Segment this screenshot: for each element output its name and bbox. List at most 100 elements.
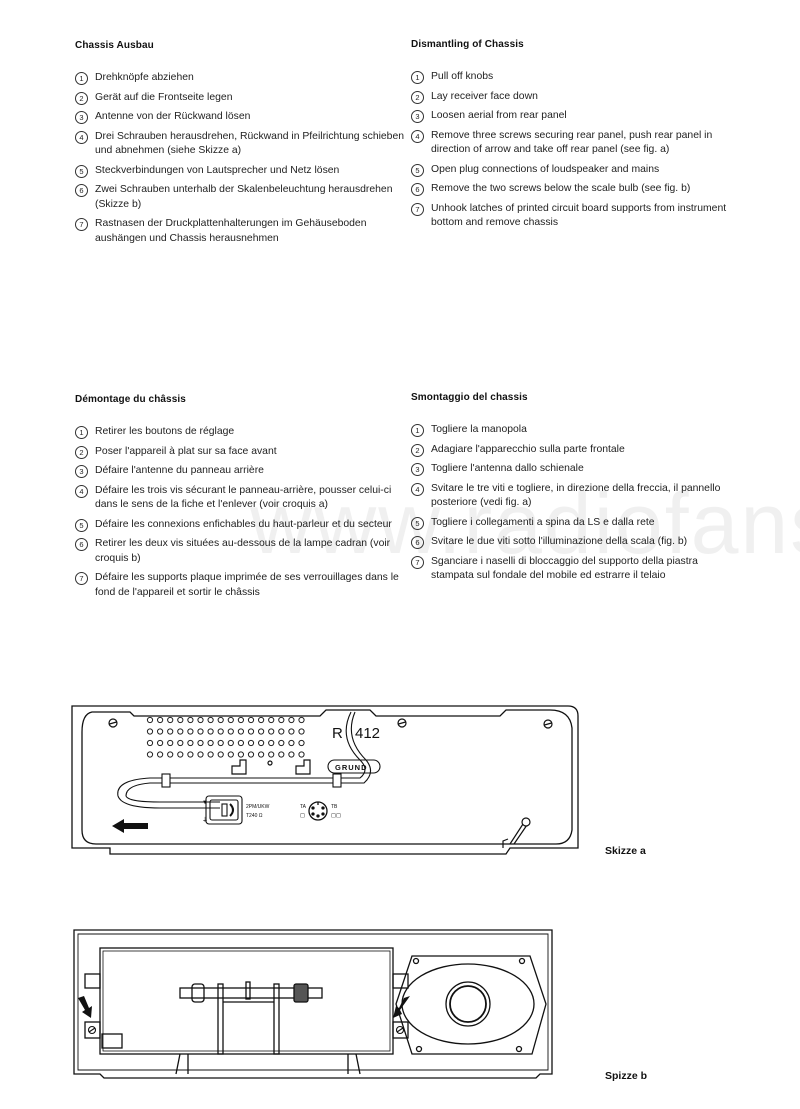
step-number-icon: 7 [75,218,88,231]
vent-hole [268,739,275,747]
vent-hole [207,716,214,724]
step-item: 4 Drei Schrauben herausdrehen, Rückwand i… [75,130,405,159]
step-item: 3 Loosen aerial from rear panel [411,109,741,124]
step-item: 6 Zwei Schrauben unterhalb der Skalenbele… [75,183,405,212]
step-text: Adagiare l'apparecchio sulla parte front… [431,443,625,455]
vent-hole [278,739,285,747]
step-item: 2 Poser l'appareil à plat sur sa face ava… [75,445,405,460]
step-number-icon: 2 [75,91,88,105]
step-item: 4 Svitare le tre viti e togliere, in dire… [411,482,741,511]
step-text: Remove three screws securing rear panel,… [431,129,713,156]
step-text: Gerät auf die Frontseite legen [95,91,233,103]
step-item: 6 Svitare le due viti sotto l'illuminazio… [411,535,741,550]
step-text: Steckverbindungen von Lautsprecher und N… [95,164,340,176]
step-text: Togliere l'antenna dallo schienale [431,463,584,474]
section-french: Démontage du châssis 1 Retirer les bouton… [75,394,405,605]
vent-hole [177,716,184,724]
step-number-icon: 5 [411,516,424,530]
vent-hole [298,739,305,747]
vent-hole [146,728,154,735]
step-item: 3 Antenne von der Rückwand lösen [75,110,405,125]
vent-hole [298,716,305,724]
step-item: 7 Défaire les supports plaque imprimée de… [75,571,405,600]
step-number-icon: 1 [411,424,424,437]
vent-hole [268,716,275,724]
step-item: 5 Togliere i collegamenti a spina da LS e… [411,516,741,531]
section-title: Smontaggio del chassis [411,392,528,403]
step-number-icon: 1 [411,71,424,84]
vent-hole [247,728,255,735]
vent-hole [288,739,295,747]
figure-a-caption: Skizze a [605,845,646,857]
vent-hole [237,716,244,724]
step-text: Drehknöpfe abziehen [95,72,194,83]
step-number-icon: 6 [75,184,88,197]
chassis-drawing [73,929,553,1079]
figure-chassis-speaker [70,926,570,1086]
outer-frame [71,705,579,855]
socket-label-line1: 2PM/UKW [246,804,270,810]
step-text: Retirer les boutons de réglage [95,426,235,437]
vent-hole [187,728,194,735]
vent-hole [247,716,255,724]
step-number-icon: 5 [75,518,88,532]
socket-symbol-bottom: ⏚ [202,817,208,824]
vent-hole [247,751,255,758]
step-text: Remove the two screws below the scale bu… [431,183,691,194]
arrow-icon [393,996,410,1018]
step-text: Open plug connections of loudspeaker and… [431,163,660,175]
step-item: 5 Open plug connections of loudspeaker an… [411,163,741,178]
vent-hole [237,728,244,735]
vent-hole [207,728,214,735]
step-item: 6 Remove the two screws below the scale b… [411,182,741,197]
step-text: Défaire les trois vis sécurant le pannea… [95,484,392,511]
cable-clip [161,773,171,788]
step-number-icon: 2 [75,445,88,459]
step-number-icon: 7 [411,202,424,216]
vent-hole [237,739,244,747]
vent-hole [197,739,204,747]
step-number-icon: 4 [411,129,424,143]
vent-hole [227,751,234,758]
step-number-icon: 1 [75,426,88,439]
direction-arrow-icon [112,819,148,833]
vent-hole [258,751,265,758]
steps-list: 1 Togliere la manopola 2 Adagiare l'apparec… [411,423,741,584]
step-number-icon: 6 [75,538,88,551]
step-item: 4 Remove three screws securing rear panel… [411,129,741,158]
vent-hole [237,751,244,758]
step-number-icon: 6 [411,536,424,549]
vent-hole [197,728,204,735]
din-label-left: TA [300,804,307,810]
vent-hole [278,728,285,735]
vent-hole [187,716,194,724]
step-item: 7 Rastnasen der Druckplattenhalterungen i… [75,217,405,246]
vent-hole [247,739,255,747]
rear-panel-drawing: R 412 GRUND ▼ ⏚ 2PM/UKW T240 Ω TA TB ◻ ◻… [71,705,579,855]
socket-symbol-top: ▼ [202,800,208,806]
step-item: 1 Pull off knobs [411,70,741,85]
step-text: Loosen aerial from rear panel [431,110,567,121]
section-italian: Smontaggio del chassis 1 Togliere la mano… [411,392,741,589]
vent-hole [227,728,234,735]
step-number-icon: 4 [75,484,88,498]
step-number-icon: 3 [75,111,88,124]
speaker-cone [401,963,535,1045]
step-text: Défaire les supports plaque imprimée de … [95,572,399,598]
step-text: Poser l'appareil à plat sur sa face avan… [95,445,277,457]
section-english: Dismantling of Chassis 1 Pull off knobs 2 L… [411,39,741,236]
step-text: Défaire l'antenne du panneau arrière [95,465,264,476]
vent-hole [167,728,174,735]
clip-icon [231,759,247,775]
socket-label-line2: T240 Ω [246,813,263,819]
step-item: 1 Retirer les boutons de réglage [75,425,405,440]
vent-hole [157,716,164,724]
step-item: 4 Défaire les trois vis sécurant le panne… [75,484,405,513]
step-item: 6 Retirer les deux vis situées au-dessous… [75,537,405,566]
vent-hole [288,751,295,758]
step-number-icon: 7 [411,555,424,569]
step-text: Défaire les connexions enfichables du ha… [95,518,392,530]
step-number-icon: 4 [75,130,88,144]
figure-b-caption: Spizze b [605,1070,648,1082]
vent-hole [207,751,214,758]
